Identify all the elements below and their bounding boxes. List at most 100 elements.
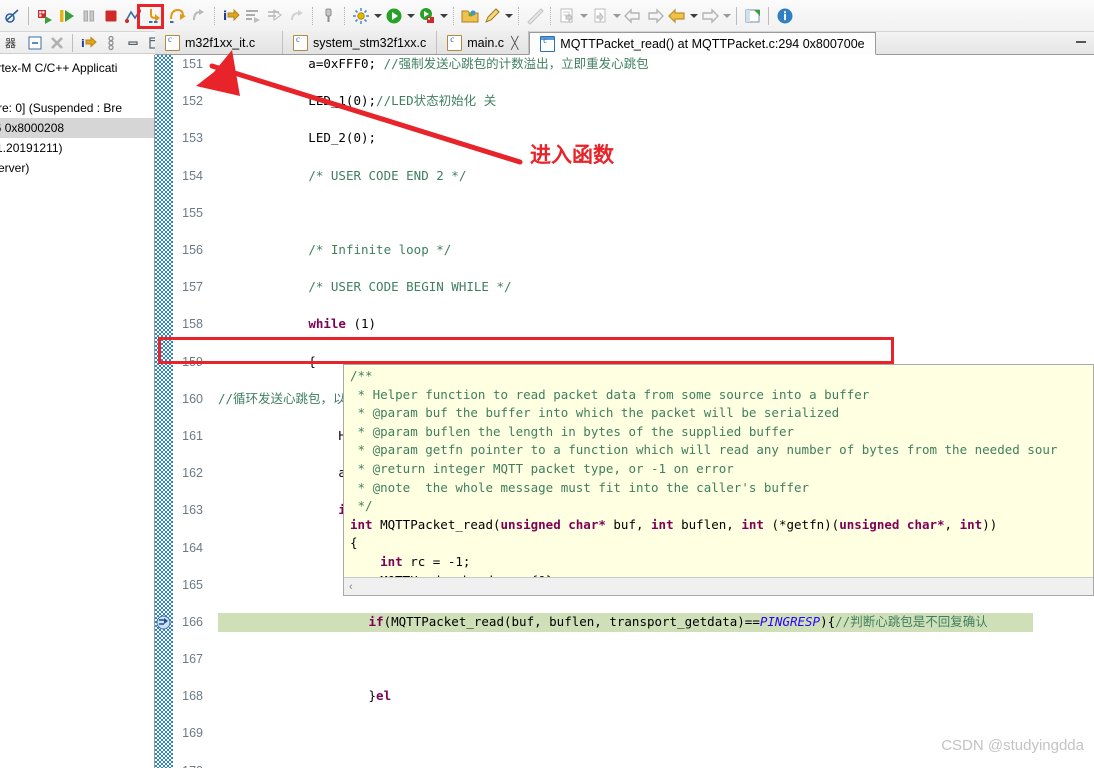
line-number: 159 [182,354,203,369]
forward-arrow-right-icon [699,5,721,27]
open-folder-icon[interactable] [459,5,481,27]
run-config-dropdown-caret-down-icon[interactable] [438,5,449,27]
remove-terminated-icon[interactable] [46,32,68,54]
code-line-text: LED_2(0); [218,130,377,146]
tab-label: MQTTPacket_read() at MQTTPacket.c:294 0x… [560,36,865,51]
forward-dropdown-caret-down-icon[interactable] [721,5,732,27]
run-config-icon[interactable] [416,5,438,27]
code-line-text: /* Infinite loop */ [308,241,452,257]
popup-code-line: * @note the whole message must fit into … [350,479,810,495]
current-instruction-pointer-icon [156,615,171,630]
line-number: 155 [182,205,203,220]
instruction-stepping-icon[interactable]: i [220,5,242,27]
suspend-icon[interactable] [78,5,100,27]
line-number: 164 [182,540,203,555]
collapse-all-icon[interactable] [24,32,46,54]
save-all-dropdown-caret-down-icon[interactable] [578,5,589,27]
back-dropdown-caret-down-icon[interactable] [688,5,699,27]
code-line-text: LED_1(0);//LED状态初始化 关 [218,93,497,109]
line-number: 169 [182,726,203,741]
c-file-icon [165,34,180,51]
code-line[interactable]: 153 LED_2(0); [155,129,1094,148]
code-line[interactable]: 158 while (1) [155,315,1094,334]
c-file-icon [447,34,463,51]
open-perspective-icon[interactable] [742,5,764,27]
code-line[interactable]: 167 [155,650,1094,669]
step-over-icon[interactable] [166,5,188,27]
debug-bug-icon[interactable] [34,5,56,27]
line-number: 158 [182,317,203,332]
code-line[interactable]: 151 a=0xFFF0; //强制发送心跳包的计数溢出，立即重发心跳包 [155,55,1094,74]
line-number: 160 [182,391,203,406]
hammer-build-icon[interactable] [318,5,340,27]
view-menu-icon[interactable]: 器 [2,32,24,54]
code-line-text: /* USER CODE END 2 */ [308,167,467,183]
code-line[interactable]: 157 /* USER CODE BEGIN WHILE */ [155,278,1094,297]
step-into-selection-icon[interactable] [242,5,264,27]
tab-main-c[interactable]: main.c ╳ [437,31,530,54]
disabled-step-icon [286,5,308,27]
code-line[interactable]: 166 if(MQTTPacket_read(buf, buflen, tran… [155,612,1094,632]
drop-to-frame-icon[interactable] [264,5,286,27]
back-arrow-left-icon[interactable] [666,5,688,27]
info-icon[interactable] [774,5,796,27]
resume-icon[interactable] [56,5,78,27]
line-number: 170 [173,762,203,768]
line-number: 153 [182,131,203,146]
code-line[interactable]: 154 /* USER CODE END 2 */ [155,167,1094,186]
minimize-editor-icon[interactable] [1076,41,1086,43]
instruction-stepping-mode-icon[interactable]: i [78,32,100,54]
popup-code-line: * Helper function to read packet data fr… [350,386,870,402]
hover-documentation-popup[interactable]: /** * Helper function to read packet dat… [343,364,1094,596]
run-icon[interactable] [383,5,405,27]
line-number: 161 [182,428,203,443]
skip-breakpoints-icon[interactable] [2,5,24,27]
pen-build-icon[interactable] [481,5,503,27]
code-line[interactable]: 170 [155,762,1094,768]
tab-stm32f1xx-it[interactable]: m32f1xx_it.c [155,31,283,54]
annotation-box-step-into-button [137,4,164,29]
external-tools-dropdown-caret-down-icon[interactable] [372,5,383,27]
code-line[interactable]: 168 }el [155,687,1094,706]
minimize-view-icon[interactable] [122,32,144,54]
toolbar-separator [768,6,770,25]
svg-text:器: 器 [5,37,16,50]
code-line[interactable]: 152 LED_1(0);//LED状态初始化 关 [155,92,1094,111]
step-return-icon[interactable] [188,5,210,27]
popup-code-line: * @return integer MQTT packet type, or -… [350,460,734,476]
debug-tree-item[interactable]: 0] [0,78,154,98]
debug-tree-item[interactable]: 1 [core: 0] (Suspended : Bre [0,98,154,118]
line-number: 152 [182,94,203,109]
debug-tree-item[interactable]: 2 Cortex-M C/C++ Applicati [0,58,154,78]
line-number: 154 [182,168,203,183]
popup-scroll-left-icon[interactable]: ‹ [344,581,353,593]
code-line-text: if(MQTTPacket_read(buf, buflen, transpor… [368,613,988,629]
external-tools-icon[interactable] [350,5,372,27]
line-number: 163 [182,503,203,518]
toolbar-separator [736,6,738,25]
popup-footer: ‹ [344,577,1093,595]
run-dropdown-caret-down-icon[interactable] [405,5,416,27]
popup-content: /** * Helper function to read packet dat… [344,365,1093,590]
toolbar-separator [72,33,74,52]
line-number: 166 [182,614,203,629]
annotation-callout-text: 进入函数 [530,143,614,167]
terminate-icon[interactable] [100,5,122,27]
popup-code-line: * @param buf the buffer into which the p… [350,405,840,421]
code-line[interactable]: 155 [155,204,1094,223]
popup-code-line: { [350,535,358,551]
tab-label: main.c [467,35,505,50]
debug-tree-item-selected[interactable]: c:166 0x8000208 [0,118,154,138]
debug-tree-item[interactable]: (8.3.1.20191211) [0,138,154,158]
pen-build-dropdown-caret-down-icon[interactable] [503,5,514,27]
main-toolbar: i [0,0,1094,32]
code-line[interactable]: 156 /* Infinite loop */ [155,241,1094,260]
line-number: 168 [182,689,203,704]
close-icon[interactable]: ╳ [511,36,518,50]
thread-chain-icon[interactable] [100,32,122,54]
debug-tree-item[interactable]: DB server) [0,158,154,178]
new-doc-dropdown-caret-down-icon[interactable] [611,5,622,27]
tab-system-stm32f1xx[interactable]: system_stm32f1xx.c [283,31,438,54]
ruler-icon [524,5,546,27]
tab-mqttpacket-read[interactable]: MQTTPacket_read() at MQTTPacket.c:294 0x… [529,32,876,55]
